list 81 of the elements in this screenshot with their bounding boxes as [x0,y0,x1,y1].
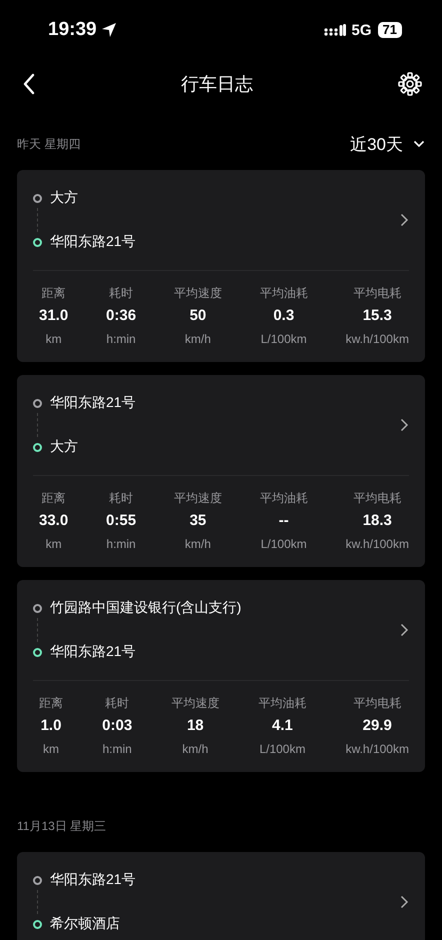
stat-value: 29.9 [362,716,392,736]
stat-value: 0.3 [273,306,294,326]
stat-unit: km [46,331,62,348]
stat-value: 0:03 [102,716,132,736]
settings-icon [398,72,422,96]
stat-unit: h:min [102,741,132,758]
location-arrow-icon [100,22,117,38]
chevron-right-icon[interactable] [400,623,409,637]
stat-unit: L/100km [259,741,306,758]
stat-label: 平均油耗 [260,490,308,506]
page-title: 行车日志 [181,73,253,96]
stat-unit: kw.h/100km [346,536,409,553]
destination-dot-icon [33,920,42,928]
stat-label: 平均油耗 [260,285,308,301]
stat-value: 0:55 [106,511,136,531]
stat-unit: km/h [184,331,211,348]
clock-time: 19:39 [48,19,97,41]
date-heading: 11月13日 星期三 [17,818,106,834]
stat-label: 耗时 [109,490,134,506]
caret-icon [413,140,425,148]
origin-dot-icon [33,604,42,612]
place-name: 华阳东路21号 [50,871,136,889]
place-name: 华阳东路21号 [50,643,136,661]
stat-unit: kw.h/100km [346,741,409,758]
origin-dot-icon [33,876,42,884]
stat-unit: km/h [182,741,208,758]
stat-label: 平均电耗 [353,285,402,301]
stat-value: 33.0 [39,511,68,531]
stat-value: 31.0 [39,306,68,326]
chevron-right-icon[interactable] [400,213,409,227]
place-name: 大方 [50,438,78,456]
destination-dot-icon [33,648,42,656]
place-name: 竹园路中国建设银行(含山支行) [50,599,242,617]
stat-label: 距离 [39,695,63,711]
stat-label: 平均电耗 [353,490,402,506]
chevron-right-icon[interactable] [400,895,409,909]
stat-label: 耗时 [105,695,130,711]
trip-card[interactable]: 华阳东路21号 大方 距离 33.0 km 耗时 0:55 h:min 平均速度 35 km/h 平均油耗 -- L/100km 平均电耗 18.3 kw.h/100km [17,375,425,567]
destination-dot-icon [33,238,42,246]
network-label: 5G [352,22,372,38]
stat-value: 4.1 [272,716,293,736]
signal-icon [324,24,346,36]
stat-unit: h:min [106,536,136,553]
date-heading: 昨天 星期四 [17,136,80,152]
trip-card[interactable]: 竹园路中国建设银行(含山支行) 华阳东路21号 距离 1.0 km 耗时 0:03 h:min 平均速度 18 km/h 平均油耗 4.1 L/100km 平均电耗 29.9 kw.h/100km [17,580,425,772]
origin-dot-icon [33,398,42,408]
stat-value: 15.3 [362,306,392,326]
stat-unit: L/100km [260,536,307,553]
stat-label: 耗时 [109,285,134,301]
stat-unit: km [43,741,59,758]
trip-card[interactable]: 华阳东路21号 希尔顿酒店 [17,852,425,940]
range-dropdown[interactable]: 近30天 [350,132,425,156]
stat-value: -- [278,511,289,531]
stat-value: 18.3 [362,511,392,531]
place-name: 华阳东路21号 [50,394,136,412]
place-name: 华阳东路21号 [50,233,136,251]
stat-label: 平均速度 [171,695,220,711]
stat-label: 平均油耗 [258,695,306,711]
stat-label: 距离 [42,490,66,506]
stat-label: 距离 [42,285,66,301]
stat-unit: L/100km [260,331,307,348]
chevron-right-icon[interactable] [400,418,409,432]
stat-label: 平均速度 [174,490,222,506]
stat-label: 平均电耗 [353,695,402,711]
battery-indicator: 71 [378,22,402,38]
stat-unit: km/h [184,536,211,553]
stat-value: 50 [190,306,206,326]
trip-card[interactable]: 大方 华阳东路21号 距离 31.0 km 耗时 0:36 h:min 平均速度 50 km/h 平均油耗 0.3 L/100km 平均电耗 15.3 kw.h/100km [17,170,425,362]
stat-value: 1.0 [40,716,62,736]
stat-unit: h:min [106,331,136,348]
place-name: 希尔顿酒店 [50,915,120,933]
stat-label: 平均速度 [174,285,222,301]
stat-value: 0:36 [106,306,136,326]
origin-dot-icon [33,194,42,202]
back-icon [22,73,36,95]
stat-value: 18 [186,716,204,736]
stat-value: 35 [190,511,206,531]
stat-unit: kw.h/100km [346,331,409,348]
place-name: 大方 [50,189,78,207]
destination-dot-icon [33,442,42,452]
stat-unit: km [46,536,62,553]
